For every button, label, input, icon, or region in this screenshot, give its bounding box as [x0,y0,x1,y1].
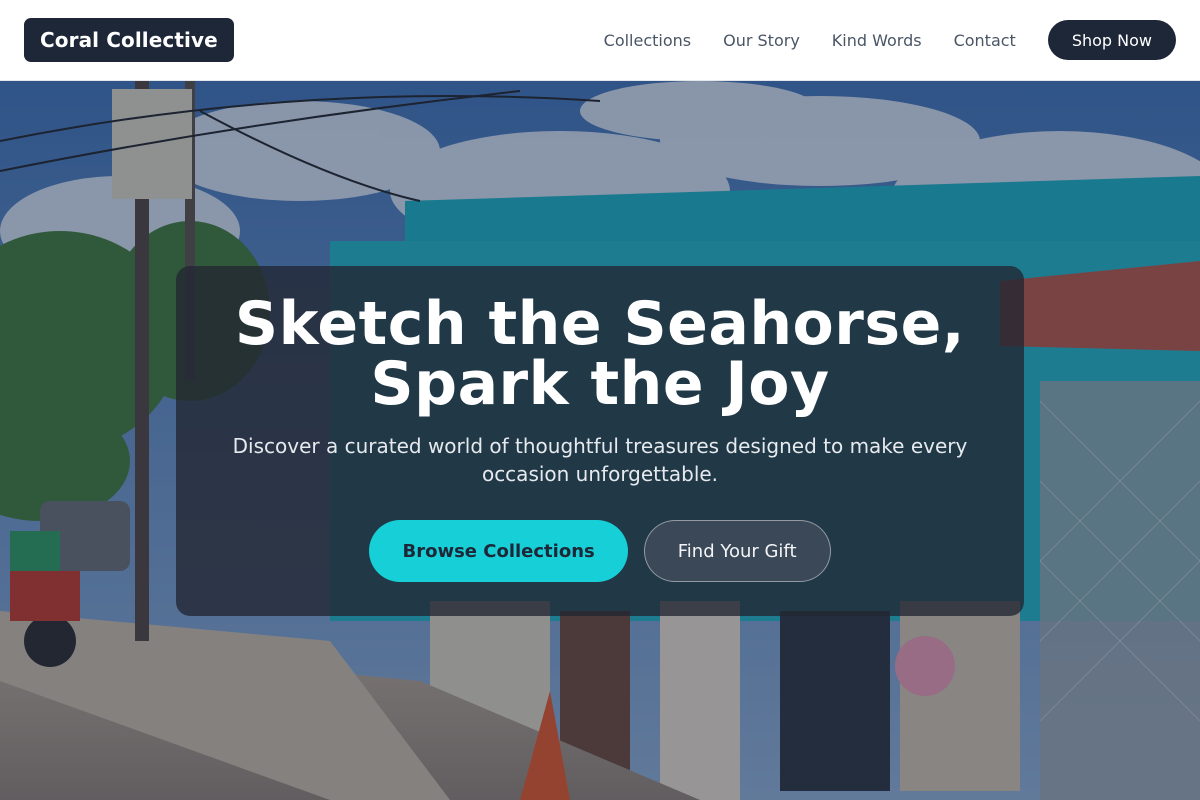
hero-title-line-2: Spark the Joy [370,349,830,419]
brand-logo[interactable]: Coral Collective [24,18,234,62]
shop-now-button[interactable]: Shop Now [1047,20,1176,60]
main-nav: Collections Our Story Kind Words Contact… [604,20,1176,60]
nav-link-contact[interactable]: Contact [954,31,1016,50]
hero-subtitle: Discover a curated world of thoughtful t… [232,434,968,486]
nav-link-collections[interactable]: Collections [604,31,691,50]
hero-actions: Browse Collections Find Your Gift [369,520,831,582]
nav-link-kind-words[interactable]: Kind Words [832,31,922,50]
site-header: Coral Collective Collections Our Story K… [0,0,1200,81]
find-your-gift-button[interactable]: Find Your Gift [643,520,831,582]
hero-title: Sketch the Seahorse, Spark the Joy [235,294,965,414]
nav-link-our-story[interactable]: Our Story [723,31,800,50]
hero-title-line-1: Sketch the Seahorse, [234,289,966,359]
browse-collections-button[interactable]: Browse Collections [369,520,628,582]
hero-card: Sketch the Seahorse, Spark the Joy Disco… [176,266,1024,616]
